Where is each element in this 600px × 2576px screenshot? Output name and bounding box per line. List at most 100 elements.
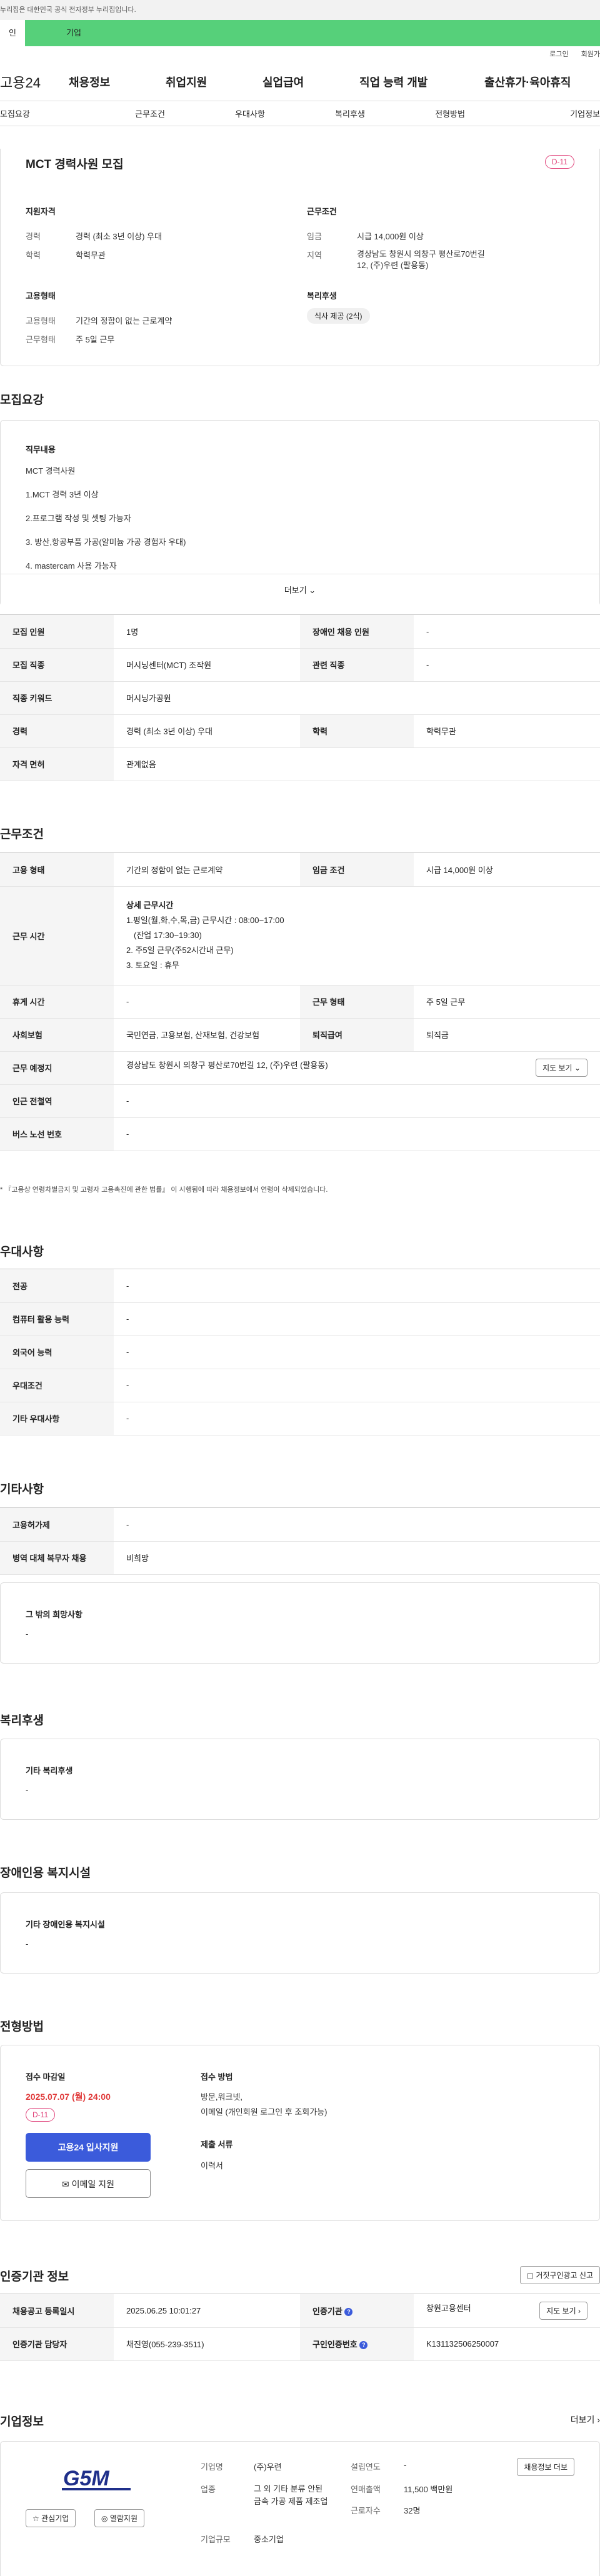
table-row: 모집 직종 머시닝센터(MCT) 조작원 관련 직종 - [0,648,600,682]
company-jobs-button[interactable]: 채용정보 더보 [517,2458,574,2476]
cert-title: 인증기관 정보 [0,2270,69,2284]
cell-value: 관계없음 [114,747,600,781]
etc-table: 고용허가제 - 병역 대체 복무자 채용 비희망 [0,1508,600,1575]
company-logo: G5M [57,2459,138,2494]
cell-value: 국민연금, 고용보험, 산재보험, 건강보험 [114,1018,300,1052]
table-row: 직종 키워드 머시닝가공원 [0,681,600,715]
personal-tab[interactable]: 인 [0,20,25,46]
favorite-company-button[interactable]: ☆ 관심기업 [26,2509,76,2527]
job-desc-title: 직무내용 [26,445,56,454]
company-logo-icon: G5M [58,2465,137,2490]
tab-company[interactable]: 기업정보 [500,107,600,119]
cell-key: 자격 면허 [0,747,114,781]
cell-key: 모집 직종 [0,648,114,682]
company-more-link[interactable]: 더보기 › [571,2414,600,2426]
util-bar: 로그인 회원가 [0,46,600,62]
worktime-value: 주 5일 근무 [76,335,115,344]
tab-selection[interactable]: 전형방법 [400,107,500,119]
login-link[interactable]: 로그인 [549,51,568,58]
join-link[interactable]: 회원가 [581,51,600,58]
cell-key: 병역 대체 복무자 채용 [0,1541,114,1575]
view-support-label: 열람지원 [109,2514,138,2523]
tab-work[interactable]: 근무조건 [100,107,200,119]
hours-line: 1.평일(월,화,수,목,금) 근무시간 : 08:00~17:00 [126,916,284,925]
welfare-card: 기타 복리후생 - [0,1739,600,1820]
menu-leave[interactable]: 출산휴가·육아휴직 [484,74,600,90]
table-row: 우대조건 - [0,1369,600,1402]
other-wish-value: - [26,1629,29,1639]
cell-key: 근무 시간 [0,886,114,986]
emptype-label: 고용형태 [26,316,56,326]
logo-text: G5M [63,2467,109,2490]
cell-key: 관련 직종 [300,648,414,682]
chevron-down-icon: ⌄ [309,586,316,595]
dday-badge: D-11 [26,2108,56,2122]
cell-value: 경력 (최소 3년 이상) 우대 [114,714,300,748]
qual-title: 지원자격 [26,207,56,216]
tab-welfare[interactable]: 복리후생 [300,107,400,119]
cell-value: - [114,1335,600,1369]
company-card: G5M ☆ 관심기업 ◎ 열람지원 기업명 (주)우련 업종 그 외 기타 분류… [0,2441,600,2576]
tab-pref[interactable]: 우대사항 [200,107,300,119]
cell-value: 2025.06.25 10:01:27 [114,2294,300,2328]
section-tabs: 모집요강 근무조건 우대사항 복리후생 전형방법 기업정보 [0,101,600,126]
view-support-button[interactable]: ◎ 열람지원 [94,2509,144,2527]
menu-training[interactable]: 직업 능력 개발 [359,74,484,90]
method-line: 방문,워크넷, [201,2092,243,2102]
place-value: 경상남도 창원시 의창구 평산로70번길 12, (주)우련 (팔용동) [126,1061,328,1070]
cell-value: - [414,648,600,682]
recruit-table-wrap: 모집 인원 1명 장애인 채용 인원 - 모집 직종 머시닝센터(MCT) 조작원 관련 직… [0,614,600,781]
deadline-label: 접수 마감일 [26,2072,66,2082]
other-wish-card: 그 밖의 희망사항 - [0,1582,600,1664]
more-button[interactable]: 더보기 ⌄ [1,574,599,606]
wage-label: 임금 [307,232,322,241]
report-button[interactable]: ▢ 거짓구인광고 신고 [519,2266,600,2284]
site-logo[interactable]: 고용24 [0,72,69,92]
job-desc-line: 1.MCT 경력 3년 이상 [26,490,99,499]
job-title: MCT 경력사원 모집 [26,158,124,171]
cell-key: 인근 전철역 [0,1084,114,1118]
more-label: 더보기 [284,586,307,595]
business-tab[interactable]: 기업 [25,20,600,46]
cert-agency-key: 인증기관 ? [300,2294,414,2328]
apply-button[interactable]: 고용24 입사지원 [26,2133,151,2162]
map-button[interactable]: 지도 보기 › [539,2301,588,2320]
table-row: 컴퓨터 활용 능력 - [0,1302,600,1336]
info-icon[interactable]: ? [344,2307,353,2316]
career-value: 경력 (최소 3년 이상) 우대 [76,232,162,241]
map-button[interactable]: 지도 보기 ⌄ [536,1059,588,1077]
deadline-value: 2025.07.07 (월) 24:00 [26,2092,111,2102]
cell-key: 우대조건 [0,1369,114,1402]
company-title: 기업정보 [0,2415,44,2429]
welfare-value: - [26,1785,29,1795]
area-label: 지역 [307,251,322,260]
edu-value: 학력무관 [76,251,106,260]
other-wish-title: 그 밖의 희망사항 [26,1610,82,1619]
hours-line: 2. 주5일 근무(주52시간내 근무) [126,946,234,955]
menu-jobs[interactable]: 채용정보 [69,74,166,90]
menu-unemployment[interactable]: 실업급여 [262,74,359,90]
info-icon[interactable]: ? [359,2341,368,2350]
etc-table-wrap: 고용허가제 - 병역 대체 복무자 채용 비희망 [0,1507,600,1575]
hours-sub: 상세 근무시간 [126,901,174,910]
job-desc-line: 3. 방산,항공부품 가공(알미늄 가공 경험자 우대) [26,537,186,547]
table-row: 전공 - [0,1269,600,1303]
edu-label: 학력 [26,251,41,260]
email-apply-button[interactable]: ✉ 이메일 지원 [26,2169,151,2198]
etc-title: 기타사항 [0,1483,44,1496]
size-label: 기업규모 [201,2535,231,2544]
cell-value: - [114,1508,600,1542]
employees-label: 근로자수 [351,2506,381,2515]
dday-badge: D-11 [544,155,574,169]
hours-line: (잔업 17:30~19:30) [134,931,202,940]
cell-value: 학력무관 [414,714,600,748]
menu-employment-support[interactable]: 취업지원 [166,74,262,90]
work-title: 근무조건 [0,828,44,841]
gov-notice: 누리집은 대한민국 공식 전자정부 누리집입니다. [0,0,600,20]
cell-key: 인증기관 담당자 [0,2327,114,2361]
cell-key-text: 구인인증번호 [312,2340,358,2349]
recruit-title: 모집요강 [0,394,44,407]
pref-table-wrap: 전공 - 컴퓨터 활용 능력 - 외국어 능력 - 우대조건 - 기타 우대사항 - [0,1269,600,1435]
tab-recruit[interactable]: 모집요강 [0,107,100,119]
cell-key: 직종 키워드 [0,681,114,715]
